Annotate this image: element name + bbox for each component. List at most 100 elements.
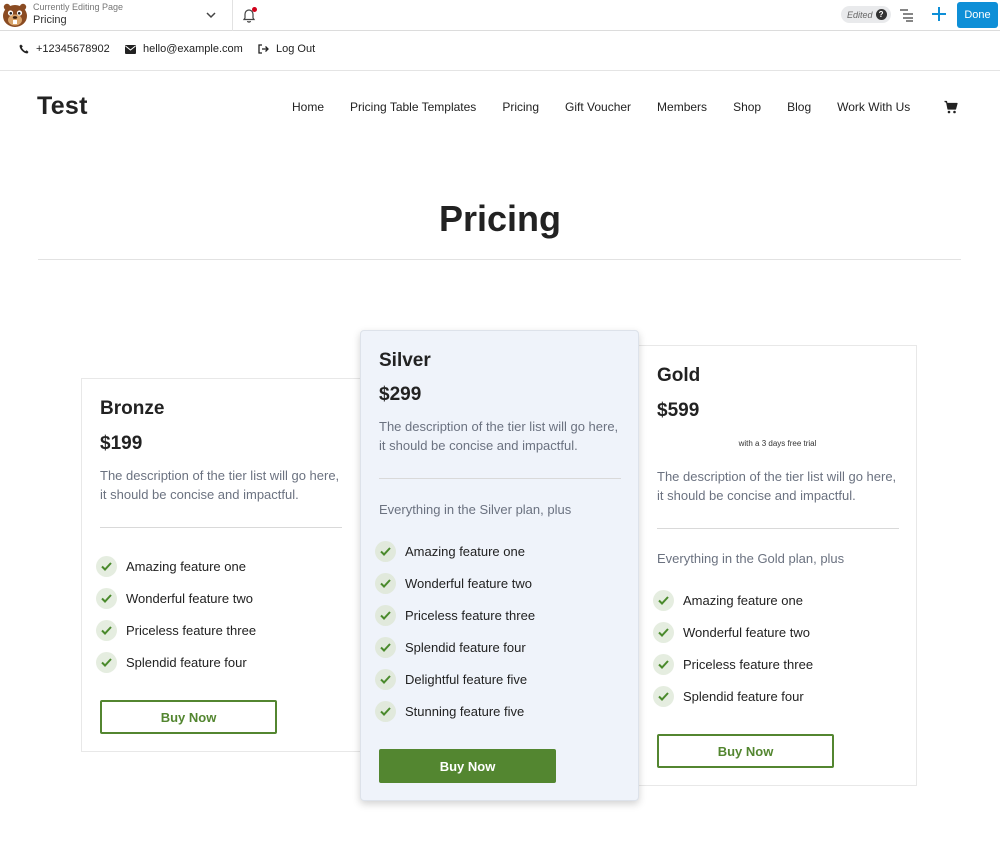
heading-divider: [38, 259, 961, 260]
feature-text: Wonderful feature two: [126, 590, 253, 606]
feature-text: Priceless feature three: [683, 656, 814, 672]
main-nav: Home Pricing Table Templates Pricing Gif…: [292, 100, 910, 114]
feature-item: Amazing feature one: [653, 584, 813, 616]
check-icon: [96, 619, 117, 641]
check-icon: [375, 540, 396, 562]
check-icon: [375, 572, 396, 594]
nav-item-gift-voucher[interactable]: Gift Voucher: [565, 100, 631, 114]
plan-description: The description of the tier list will go…: [379, 419, 619, 453]
nav-item-pricing[interactable]: Pricing: [502, 100, 539, 114]
plan-description: The description of the tier list will go…: [657, 469, 897, 503]
feature-list: Amazing feature one Wonderful feature tw…: [96, 550, 256, 678]
pricing-card-silver: Silver $299 The description of the tier …: [360, 330, 639, 801]
feature-item: Delightful feature five: [375, 663, 535, 695]
nav-item-work-with-us[interactable]: Work With Us: [837, 100, 910, 114]
feature-item: Amazing feature one: [375, 535, 535, 567]
feature-list: Amazing feature one Wonderful feature tw…: [375, 535, 535, 727]
beaver-logo-icon[interactable]: [0, 1, 30, 29]
plan-price: $599: [657, 400, 700, 421]
editing-label: Currently Editing Page: [33, 2, 124, 12]
plan-divider: [379, 478, 621, 479]
feature-item: Wonderful feature two: [375, 567, 535, 599]
nav-item-pricing-table-templates[interactable]: Pricing Table Templates: [350, 100, 476, 114]
feature-item: Splendid feature four: [96, 646, 256, 678]
feature-text: Delightful feature five: [405, 671, 528, 687]
page-title: Pricing: [438, 198, 562, 239]
top-info-bar: +12345678902 hello@example.com Log Out: [0, 31, 1000, 71]
plan-trial-note: with a 3 days free trial: [738, 439, 817, 448]
plan-includes-text: Everything in the Silver plan, plus: [379, 502, 572, 517]
feature-text: Splendid feature four: [683, 688, 804, 704]
feature-item: Splendid feature four: [653, 680, 813, 712]
phone-link[interactable]: +12345678902: [19, 43, 110, 55]
phone-icon: [19, 44, 29, 54]
feature-text: Amazing feature one: [126, 558, 246, 574]
plan-divider: [100, 527, 342, 528]
feature-item: Wonderful feature two: [96, 582, 256, 614]
plan-description: The description of the tier list will go…: [100, 468, 340, 502]
feature-item: Priceless feature three: [653, 648, 813, 680]
done-button[interactable]: Done: [957, 2, 998, 28]
check-icon: [653, 685, 674, 707]
check-icon: [96, 555, 117, 577]
plan-price: $199: [100, 433, 143, 454]
site-title[interactable]: Test: [37, 92, 88, 121]
logout-text: Log Out: [276, 43, 316, 55]
email-text: hello@example.com: [143, 43, 243, 55]
logout-icon: [258, 44, 269, 54]
builder-toolbar: Currently Editing Page Pricing Edited ? …: [0, 0, 1000, 31]
help-icon[interactable]: ?: [875, 9, 887, 20]
editing-page-name: Pricing: [33, 14, 67, 26]
chevron-down-icon[interactable]: [205, 8, 217, 22]
feature-item: Wonderful feature two: [653, 616, 813, 648]
buy-now-button-gold[interactable]: Buy Now: [657, 734, 834, 768]
feature-text: Amazing feature one: [683, 592, 803, 608]
plan-name: Gold: [657, 365, 701, 386]
feature-list: Amazing feature one Wonderful feature tw…: [653, 584, 813, 712]
envelope-icon: [125, 44, 136, 54]
phone-text: +12345678902: [36, 43, 110, 55]
check-icon: [375, 604, 396, 626]
check-icon: [653, 589, 674, 611]
feature-item: Amazing feature one: [96, 550, 256, 582]
edited-status-badge[interactable]: Edited ?: [841, 6, 891, 23]
feature-text: Amazing feature one: [405, 543, 525, 559]
nav-item-members[interactable]: Members: [657, 100, 707, 114]
email-link[interactable]: hello@example.com: [125, 43, 243, 55]
check-icon: [653, 621, 674, 643]
logout-link[interactable]: Log Out: [258, 43, 315, 55]
cart-icon[interactable]: [944, 100, 958, 114]
check-icon: [96, 587, 117, 609]
check-icon: [375, 668, 396, 690]
buy-now-button-bronze[interactable]: Buy Now: [100, 700, 277, 734]
feature-text: Priceless feature three: [405, 607, 536, 623]
feature-item: Splendid feature four: [375, 631, 535, 663]
feature-text: Splendid feature four: [126, 654, 247, 670]
edited-label: Edited: [847, 9, 873, 20]
pricing-card-gold: Gold $599 with a 3 days free trial The d…: [638, 345, 917, 786]
nav-item-shop[interactable]: Shop: [733, 100, 761, 114]
plan-includes-text: Everything in the Gold plan, plus: [657, 551, 845, 566]
feature-text: Wonderful feature two: [405, 575, 532, 591]
editing-page-selector[interactable]: Currently Editing Page Pricing: [33, 2, 123, 27]
plus-icon[interactable]: [931, 6, 947, 22]
feature-text: Priceless feature three: [126, 622, 257, 638]
check-icon: [375, 636, 396, 658]
feature-text: Wonderful feature two: [683, 624, 810, 640]
plan-divider: [657, 528, 899, 529]
buy-now-button-silver[interactable]: Buy Now: [379, 749, 556, 783]
feature-item: Priceless feature three: [96, 614, 256, 646]
check-icon: [653, 653, 674, 675]
feature-text: Splendid feature four: [405, 639, 526, 655]
feature-item: Priceless feature three: [375, 599, 535, 631]
outline-list-icon[interactable]: [899, 8, 915, 22]
feature-text: Stunning feature five: [405, 703, 525, 719]
plan-price: $299: [379, 384, 422, 405]
nav-item-home[interactable]: Home: [292, 100, 324, 114]
pricing-card-bronze: Bronze $199 The description of the tier …: [81, 378, 362, 752]
toolbar-divider: [232, 0, 233, 31]
nav-item-blog[interactable]: Blog: [787, 100, 811, 114]
check-icon: [375, 700, 396, 722]
plan-name: Bronze: [100, 398, 165, 419]
check-icon: [96, 651, 117, 673]
